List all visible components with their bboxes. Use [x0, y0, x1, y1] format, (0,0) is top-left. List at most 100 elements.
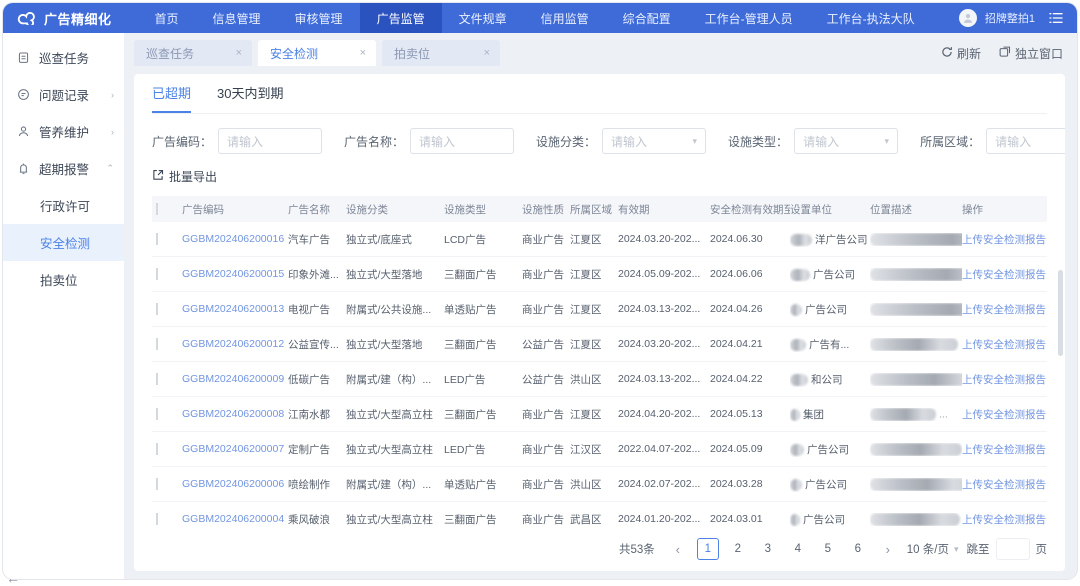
upload-report-link[interactable]: 上传安全检测报告 [962, 232, 1047, 247]
scrollbar-thumb[interactable] [1058, 270, 1063, 356]
validity-cell: 2024.03.20-202... [618, 338, 710, 350]
ad-code-link[interactable]: GGBM202406200004 [182, 513, 288, 525]
row-checkbox[interactable] [156, 233, 158, 245]
next-page-button[interactable]: › [877, 538, 899, 560]
prev-page-button[interactable]: ‹ [667, 538, 689, 560]
batch-export-button[interactable]: 批量导出 [152, 168, 217, 185]
checkbox-cell [152, 268, 182, 280]
row-checkbox[interactable] [156, 443, 158, 455]
upload-report-link[interactable]: 上传安全检测报告 [962, 477, 1047, 492]
close-icon[interactable]: × [236, 47, 242, 59]
ad-code-link[interactable]: GGBM202406200016 [182, 233, 288, 245]
back-arrow-icon[interactable]: ← [6, 570, 20, 586]
page-button-6[interactable]: 6 [847, 538, 869, 560]
close-icon[interactable]: × [484, 47, 490, 59]
filter-input[interactable]: 请输入 [410, 128, 514, 154]
ad-name-cell: 定制广告 [288, 442, 346, 457]
page-button-3[interactable]: 3 [757, 538, 779, 560]
ad-code-link[interactable]: GGBM202406200009 [182, 373, 288, 385]
refresh-button[interactable]: 刷新 [941, 45, 981, 62]
row-checkbox[interactable] [156, 478, 158, 490]
nav-item[interactable]: 审核管理 [278, 3, 360, 33]
sidebar-item-巡查任务[interactable]: 巡查任务 [3, 39, 124, 76]
nav-item[interactable]: 工作台-管理人员 [688, 3, 810, 33]
facility-type-cell: 单透贴广告 [444, 477, 522, 492]
select-all-checkbox[interactable] [156, 203, 158, 215]
upload-report-link[interactable]: 上传安全检测报告 [962, 407, 1047, 422]
row-checkbox[interactable] [156, 338, 158, 350]
ad-name-cell: 低碳广告 [288, 372, 346, 387]
tab-巡查任务[interactable]: 巡查任务× [134, 40, 252, 66]
ad-code-link[interactable]: GGBM202406200012 [182, 338, 288, 350]
nav-item[interactable]: 综合配置 [606, 3, 688, 33]
sidebar-subitem-安全检测[interactable]: 安全检测 [3, 224, 124, 261]
sidebar-item-管养维护[interactable]: 管养维护› [3, 113, 124, 150]
sidebar-subitem-拍卖位[interactable]: 拍卖位 [3, 261, 124, 298]
filter-label: 设施分类： [536, 133, 596, 150]
page-size-select[interactable]: 10 条/页▾ [907, 541, 959, 557]
nav-item[interactable]: 首页 [138, 3, 196, 33]
avatar[interactable] [959, 9, 977, 27]
facility-nature-cell: 商业广告 [522, 232, 570, 247]
column-header: 操作 [962, 202, 1047, 217]
ad-code-link[interactable]: GGBM202406200015 [182, 268, 288, 280]
page-button-2[interactable]: 2 [727, 538, 749, 560]
row-checkbox[interactable] [156, 303, 158, 315]
page-button-5[interactable]: 5 [817, 538, 839, 560]
clipboard-icon [17, 51, 31, 64]
filter-select[interactable]: 请输入▾ [794, 128, 898, 154]
ad-name-cell: 汽车广告 [288, 232, 346, 247]
jump-input[interactable] [996, 538, 1030, 560]
filter-select[interactable]: 请输入▾ [602, 128, 706, 154]
nav-item[interactable]: 信用监管 [524, 3, 606, 33]
column-header: 设施性质 [522, 202, 570, 217]
tab-安全检测[interactable]: 安全检测× [258, 40, 376, 66]
upload-report-link[interactable]: 上传安全检测报告 [962, 267, 1047, 282]
location-cell: ... [870, 233, 962, 246]
table-header: 广告编码广告名称设施分类设施类型设施性质所属区域有效期安全检测有效期至设置单位位… [152, 196, 1047, 222]
nav-item[interactable]: 文件规章 [442, 3, 524, 33]
upload-report-link[interactable]: 上传安全检测报告 [962, 337, 1047, 352]
ad-code-link[interactable]: GGBM202406200008 [182, 408, 288, 420]
upload-report-link[interactable]: 上传安全检测报告 [962, 512, 1047, 527]
row-checkbox[interactable] [156, 513, 158, 525]
close-icon[interactable]: × [360, 47, 366, 59]
page-button-4[interactable]: 4 [787, 538, 809, 560]
facility-nature-cell: 商业广告 [522, 302, 570, 317]
column-header: 设施类型 [444, 202, 522, 217]
row-checkbox[interactable] [156, 408, 158, 420]
tab-label: 拍卖位 [394, 45, 430, 62]
facility-nature-cell: 公益广告 [522, 337, 570, 352]
sidebar-item-问题记录[interactable]: 问题记录› [3, 76, 124, 113]
facility-category-cell: 独立式/大型落地 [346, 337, 444, 352]
subtab-已超期[interactable]: 已超期 [152, 74, 191, 113]
ad-code-link[interactable]: GGBM202406200007 [182, 443, 288, 455]
nav-item[interactable]: 广告监管 [360, 3, 442, 33]
redacted-blob [870, 303, 962, 316]
sidebar-subitem-行政许可[interactable]: 行政许可 [3, 187, 124, 224]
username[interactable]: 招牌整拍1 [985, 10, 1035, 26]
sidebar: 巡查任务问题记录›管养维护›超期报警⌃行政许可安全检测拍卖位 [3, 33, 124, 579]
ad-code-link[interactable]: GGBM202406200006 [182, 478, 288, 490]
unit-text: 和公司 [811, 374, 843, 386]
sidebar-item-超期报警[interactable]: 超期报警⌃ [3, 150, 124, 187]
popout-button[interactable]: 独立窗口 [999, 45, 1063, 62]
upload-report-link[interactable]: 上传安全检测报告 [962, 372, 1047, 387]
subtab-30天内到期[interactable]: 30天内到期 [217, 74, 283, 113]
nav-item[interactable]: 信息管理 [196, 3, 278, 33]
page-button-1[interactable]: 1 [697, 538, 719, 560]
filter-label: 设施类型： [728, 133, 788, 150]
main-nav: 首页信息管理审核管理广告监管文件规章信用监管综合配置工作台-管理人员工作台-执法… [138, 3, 932, 33]
location-cell: ... [870, 338, 962, 351]
tab-拍卖位[interactable]: 拍卖位 × [382, 40, 500, 66]
ad-code-link[interactable]: GGBM202406200013 [182, 303, 288, 315]
upload-report-link[interactable]: 上传安全检测报告 [962, 442, 1047, 457]
nav-item[interactable]: 工作台-执法大队 [810, 3, 932, 33]
filter-input[interactable]: 请输入 [218, 128, 322, 154]
row-checkbox[interactable] [156, 373, 158, 385]
filter-select[interactable]: 请输入▾ [986, 128, 1065, 154]
location-cell: ... [870, 373, 962, 386]
upload-report-link[interactable]: 上传安全检测报告 [962, 302, 1047, 317]
list-menu-icon[interactable] [1049, 12, 1063, 24]
row-checkbox[interactable] [156, 268, 158, 280]
